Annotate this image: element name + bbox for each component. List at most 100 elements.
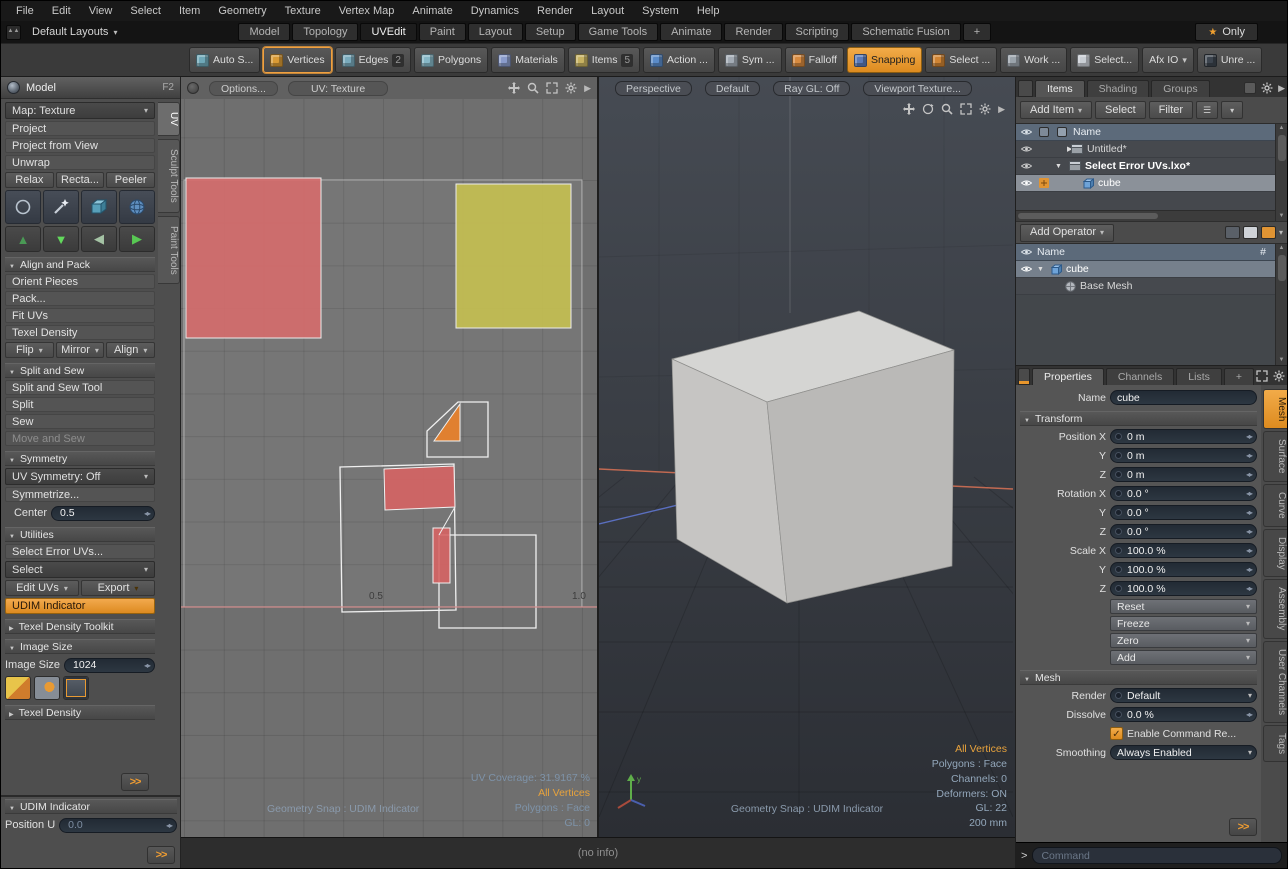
channel-input[interactable]: 0.0 ° bbox=[1110, 524, 1257, 539]
magnifier-icon[interactable] bbox=[941, 103, 953, 115]
menu-item[interactable]: Layout bbox=[582, 1, 633, 21]
layout-tab[interactable]: Setup bbox=[525, 23, 576, 41]
channel-input[interactable]: 100.0 % bbox=[1110, 581, 1257, 596]
split-sew-button[interactable]: Sew bbox=[5, 414, 155, 429]
flyout-arrow-icon[interactable]: ▶ bbox=[584, 83, 591, 94]
right-panel-tab[interactable]: Items bbox=[1035, 80, 1085, 97]
transform-action-dropdown[interactable]: Freeze bbox=[1110, 616, 1257, 631]
right-panel-tab[interactable]: Groups bbox=[1151, 80, 1209, 97]
gear-icon[interactable] bbox=[979, 103, 991, 115]
toolbar-button[interactable]: Polygons bbox=[414, 47, 488, 73]
add-operator-dropdown[interactable]: Add Operator bbox=[1020, 224, 1114, 242]
symmetrize-button[interactable]: Symmetrize... bbox=[5, 487, 155, 502]
udim-panel-header[interactable]: UDIM Indicator bbox=[5, 799, 177, 814]
mesh-op-row-cube[interactable]: cube bbox=[1016, 261, 1275, 278]
scroll-up-icon[interactable]: ▲ bbox=[1279, 124, 1285, 133]
vertical-scrollbar[interactable]: ▲ ▼ bbox=[1275, 124, 1287, 221]
toolbar-button[interactable]: Sym ... bbox=[718, 47, 782, 73]
grid-map-icon[interactable] bbox=[63, 676, 89, 700]
layout-tab[interactable]: Render bbox=[724, 23, 782, 41]
channel-dot-icon[interactable] bbox=[1115, 452, 1122, 459]
channel-input[interactable]: 0 m bbox=[1110, 429, 1257, 444]
projection-button[interactable]: Project from View bbox=[5, 138, 155, 153]
name-input[interactable]: cube bbox=[1110, 390, 1257, 405]
properties-tab[interactable]: Channels bbox=[1106, 368, 1174, 385]
layout-tab[interactable]: Game Tools bbox=[578, 23, 659, 41]
list-view-icon[interactable] bbox=[1225, 226, 1240, 239]
select-button[interactable]: Select bbox=[1095, 101, 1146, 119]
3d-viewport-tab[interactable]: Ray GL: Off bbox=[773, 81, 850, 96]
toolbox-vertical-tab[interactable]: UV bbox=[158, 102, 180, 136]
sphere-grid-tool-icon[interactable] bbox=[119, 190, 155, 224]
smoothing-dropdown[interactable]: Always Enabled bbox=[1110, 745, 1257, 760]
flyout-arrow-icon[interactable]: ▶ bbox=[1278, 83, 1285, 94]
shift-up-arrow-icon[interactable] bbox=[5, 226, 41, 252]
layout-tab[interactable]: Scripting bbox=[785, 23, 850, 41]
spinner-arrows-icon[interactable] bbox=[1246, 584, 1252, 593]
split-sew-section[interactable]: Split and Sew bbox=[5, 363, 155, 378]
properties-tab[interactable]: + bbox=[1224, 368, 1254, 385]
spinner-arrows-icon[interactable] bbox=[1246, 470, 1252, 479]
expand-viewport-icon[interactable] bbox=[1256, 370, 1268, 382]
properties-side-tab[interactable]: Assembly bbox=[1263, 579, 1287, 638]
unwrap-button[interactable]: Peeler bbox=[106, 172, 155, 188]
toolbar-button[interactable]: Snapping bbox=[847, 47, 922, 73]
menu-item[interactable]: Dynamics bbox=[462, 1, 528, 21]
mesh-ops-icon[interactable] bbox=[1037, 178, 1051, 188]
uv-symmetry-dropdown[interactable]: UV Symmetry: Off bbox=[5, 468, 155, 485]
transform-action-dropdown[interactable]: Zero bbox=[1110, 633, 1257, 648]
properties-side-tab[interactable]: Surface bbox=[1263, 431, 1287, 481]
channel-input[interactable]: 100.0 % bbox=[1110, 543, 1257, 558]
channel-dot-icon[interactable] bbox=[1115, 711, 1122, 718]
viewport-menu-icon[interactable] bbox=[187, 82, 199, 94]
texel-density-section[interactable]: Texel Density bbox=[5, 705, 155, 720]
toolbar-button[interactable]: Action ... bbox=[643, 47, 715, 73]
menu-item[interactable]: File bbox=[7, 1, 43, 21]
export-dropdown[interactable]: Export bbox=[81, 580, 155, 596]
toolbar-button[interactable]: Select... bbox=[1070, 47, 1139, 73]
transform-dropdown[interactable]: Mirror bbox=[56, 342, 105, 358]
enable-command-checkbox[interactable] bbox=[1110, 727, 1123, 740]
magnifier-icon[interactable] bbox=[527, 82, 539, 94]
eye-icon[interactable] bbox=[1019, 162, 1033, 170]
toolbar-button[interactable]: Edges 2 bbox=[335, 47, 411, 73]
vertical-scrollbar[interactable]: ▲ ▼ bbox=[1275, 244, 1287, 365]
spinner-arrows-icon[interactable] bbox=[1246, 451, 1252, 460]
layout-tab[interactable]: Schematic Fusion bbox=[851, 23, 960, 41]
scrollbar-thumb[interactable] bbox=[1278, 135, 1286, 161]
only-button[interactable]: Only bbox=[1195, 23, 1258, 41]
channel-input[interactable]: 0 m bbox=[1110, 467, 1257, 482]
wand-tool-icon[interactable] bbox=[43, 190, 79, 224]
default-layouts-dropdown[interactable]: Default Layouts bbox=[24, 24, 125, 41]
align-pack-button[interactable]: Texel Density bbox=[5, 325, 155, 340]
layout-tab[interactable]: Topology bbox=[292, 23, 358, 41]
expand-viewport-icon[interactable] bbox=[546, 82, 558, 94]
mesh-op-row-base-mesh[interactable]: Base Mesh bbox=[1016, 278, 1275, 295]
layout-tab[interactable]: UVEdit bbox=[360, 23, 416, 41]
toolbar-button[interactable]: Items 5 bbox=[568, 47, 640, 73]
menu-item[interactable]: System bbox=[633, 1, 688, 21]
layout-tab[interactable]: Animate bbox=[660, 23, 722, 41]
properties-tab[interactable]: Lists bbox=[1176, 368, 1222, 385]
uv-map-dropdown[interactable]: Map: Texture bbox=[5, 102, 155, 119]
render-dropdown[interactable]: Default bbox=[1110, 688, 1257, 703]
scroll-up-icon[interactable]: ▲ bbox=[1279, 244, 1285, 253]
spinner-arrows-icon[interactable] bbox=[1246, 508, 1252, 517]
center-input[interactable]: 0.5 bbox=[51, 506, 155, 521]
orbit-icon[interactable] bbox=[922, 103, 934, 115]
item-row-cube[interactable]: cube bbox=[1016, 175, 1275, 192]
channel-dot-icon[interactable] bbox=[1115, 566, 1122, 573]
channel-dot-icon[interactable] bbox=[1115, 471, 1122, 478]
scrollbar-thumb[interactable] bbox=[1018, 213, 1158, 219]
position-u-input[interactable]: 0.0 bbox=[59, 818, 177, 833]
spinner-arrows-icon[interactable] bbox=[166, 821, 172, 830]
caret-down-icon[interactable]: ▾ bbox=[1221, 101, 1243, 119]
projection-button[interactable]: Unwrap bbox=[5, 155, 155, 170]
channel-dot-icon[interactable] bbox=[1115, 490, 1122, 497]
align-pack-section[interactable]: Align and Pack bbox=[5, 257, 155, 272]
hamburger-menu-icon[interactable] bbox=[1196, 101, 1218, 119]
transform-dropdown[interactable]: Align bbox=[106, 342, 155, 358]
udim-map-icon[interactable] bbox=[34, 676, 60, 700]
toolbar-button[interactable]: Falloff bbox=[785, 47, 844, 73]
shift-down-arrow-icon[interactable] bbox=[43, 226, 79, 252]
